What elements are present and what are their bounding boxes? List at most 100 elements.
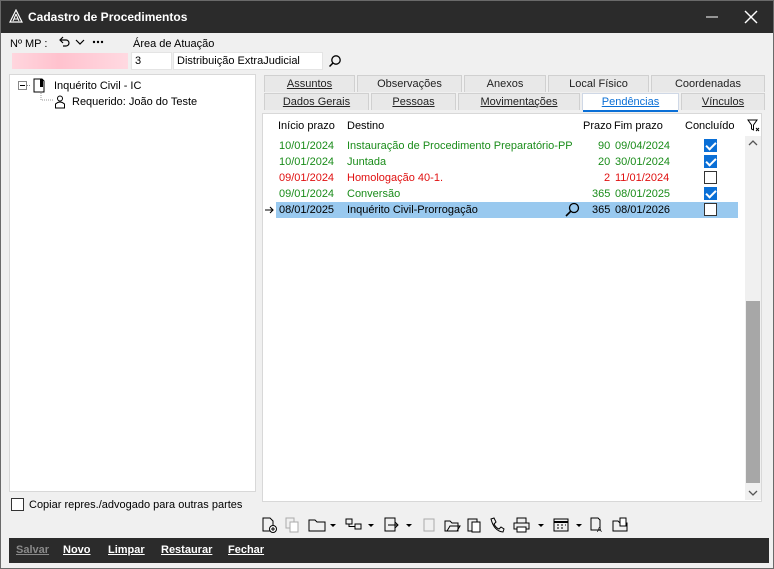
document-signature-icon[interactable]: A — [588, 516, 606, 534]
cell-destino: Conversão — [347, 188, 401, 200]
cell-destino: Inquérito Civil-Prorrogação — [347, 204, 478, 216]
phone-icon[interactable] — [488, 516, 506, 534]
cell-inicio: 08/01/2025 — [279, 204, 335, 216]
tab-dados-gerais[interactable]: Dados Gerais — [264, 93, 369, 110]
more-icon[interactable] — [92, 39, 104, 45]
parties-tree: Inquérito Civil - IC Requerido: João do … — [9, 74, 256, 492]
tab-label: Assuntos — [286, 78, 333, 90]
tab-label: Movimentações — [480, 96, 558, 108]
tab-assuntos[interactable]: Assuntos — [264, 75, 355, 92]
window: Cadastro de Procedimentos Nº MP : Área d… — [0, 0, 774, 569]
close-icon[interactable] — [739, 5, 763, 29]
add-document-icon[interactable] — [260, 516, 278, 534]
scroll-up-icon[interactable] — [748, 140, 758, 146]
tab-anexos[interactable]: Anexos — [464, 75, 546, 92]
close-button[interactable]: Fechar — [228, 544, 264, 556]
person-icon — [55, 95, 65, 109]
concluido-checkbox[interactable] — [704, 139, 717, 152]
hierarchy-icon[interactable] — [344, 516, 376, 534]
copy-representative-checkbox[interactable] — [11, 498, 24, 511]
undo-icon[interactable] — [58, 36, 70, 48]
clipboard-icon[interactable] — [466, 516, 482, 534]
tab-pendencias[interactable]: Pendências — [582, 93, 679, 112]
column-header-concluido[interactable]: Concluído — [685, 120, 735, 132]
copy-document-icon[interactable] — [284, 516, 300, 534]
filter-icon[interactable] — [747, 119, 760, 132]
concluido-checkbox[interactable] — [704, 155, 717, 168]
copy-representative-label: Copiar repres./advogado para outras part… — [29, 499, 243, 511]
restore-button[interactable]: Restaurar — [161, 544, 212, 556]
column-header-destino[interactable]: Destino — [347, 120, 384, 132]
concluido-checkbox[interactable] — [704, 171, 717, 184]
tree-connector — [40, 91, 53, 101]
cell-destino: Juntada — [347, 156, 387, 168]
area-code-field[interactable]: 3 — [131, 52, 172, 70]
cell-prazo: 2 — [604, 172, 611, 184]
cell-prazo: 365 — [592, 188, 611, 200]
area-label: Área de Atuação — [133, 38, 215, 50]
collapse-icon[interactable] — [18, 81, 30, 90]
tab-label: Pessoas — [392, 96, 435, 108]
tab-pessoas[interactable]: Pessoas — [371, 93, 456, 110]
cell-destino: Homologação 40-1. — [347, 172, 444, 184]
pendencias-grid: Início prazo Destino Prazo Fim prazo Con… — [262, 113, 762, 502]
cell-fim: 08/01/2026 — [615, 204, 671, 216]
chevron-down-icon[interactable] — [75, 37, 85, 47]
tab-label: Coordenadas — [674, 78, 742, 90]
search-icon[interactable] — [328, 54, 342, 68]
current-row-arrow-icon — [265, 206, 274, 214]
tab-label: Anexos — [486, 78, 524, 90]
cell-fim: 11/01/2024 — [615, 172, 670, 184]
tab-movimentacoes[interactable]: Movimentações — [458, 93, 580, 110]
concluido-checkbox[interactable] — [704, 203, 717, 216]
tree-child-label[interactable]: Requerido: João do Teste — [72, 96, 197, 108]
cell-prazo: 90 — [598, 140, 611, 152]
cell-fim: 30/01/2024 — [615, 156, 671, 168]
title-bar: Cadastro de Procedimentos — [1, 1, 773, 33]
new-button[interactable]: Novo — [63, 544, 91, 556]
concluido-checkbox[interactable] — [704, 187, 717, 200]
folder-document-icon[interactable] — [611, 516, 629, 534]
attach-icon[interactable] — [421, 516, 437, 534]
column-header-prazo[interactable]: Prazo — [583, 120, 612, 132]
app-logo-icon — [9, 9, 23, 23]
cell-prazo: 20 — [598, 156, 611, 168]
area-name-field[interactable]: Distribuição ExtraJudicial — [173, 52, 323, 70]
column-header-fim[interactable]: Fim prazo — [614, 120, 663, 132]
vertical-scrollbar[interactable] — [745, 136, 761, 500]
table-row[interactable]: 09/01/2024 Homologação 40-1. 2 11/01/202… — [264, 170, 740, 186]
tab-local-fisico[interactable]: Local Físico — [548, 75, 649, 92]
tab-label: Local Físico — [569, 78, 628, 90]
tab-coordenadas[interactable]: Coordenadas — [651, 75, 765, 92]
scroll-down-icon[interactable] — [748, 490, 758, 496]
clear-button[interactable]: Limpar — [108, 544, 145, 556]
cell-fim: 08/01/2025 — [615, 188, 671, 200]
transfer-document-icon[interactable] — [382, 516, 414, 534]
open-folder-icon[interactable] — [443, 516, 461, 534]
mp-number-field[interactable] — [11, 52, 129, 70]
tab-label: Vínculos — [701, 96, 745, 108]
calendar-icon[interactable] — [552, 516, 584, 534]
window-title: Cadastro de Procedimentos — [28, 10, 188, 24]
folder-icon[interactable] — [307, 516, 337, 534]
cell-inicio: 09/01/2024 — [279, 172, 335, 184]
cell-inicio: 09/01/2024 — [279, 188, 335, 200]
minimize-icon[interactable] — [699, 5, 725, 29]
column-header-inicio[interactable]: Início prazo — [278, 120, 335, 132]
cell-inicio: 10/01/2024 — [279, 156, 335, 168]
save-button[interactable]: Salvar — [16, 544, 49, 556]
scrollbar-thumb[interactable] — [746, 301, 760, 483]
table-row[interactable]: 09/01/2024 Conversão 365 08/01/2025 — [264, 186, 740, 202]
tab-observacoes[interactable]: Observações — [357, 75, 462, 92]
tree-root-label[interactable]: Inquérito Civil - IC — [54, 80, 141, 92]
table-row[interactable]: 10/01/2024 Juntada 20 30/01/2024 — [264, 154, 740, 170]
tab-label: Observações — [377, 78, 442, 90]
print-icon[interactable] — [512, 516, 546, 534]
search-icon[interactable] — [564, 202, 580, 217]
tab-label: Dados Gerais — [282, 96, 351, 108]
table-row[interactable]: 10/01/2024 Instauração de Procedimento P… — [264, 138, 740, 154]
table-row-selected[interactable]: 08/01/2025 Inquérito Civil-Prorrogação 3… — [276, 202, 738, 218]
cell-fim: 09/04/2024 — [615, 140, 671, 152]
cell-prazo: 365 — [592, 204, 611, 216]
tab-vinculos[interactable]: Vínculos — [681, 93, 765, 110]
